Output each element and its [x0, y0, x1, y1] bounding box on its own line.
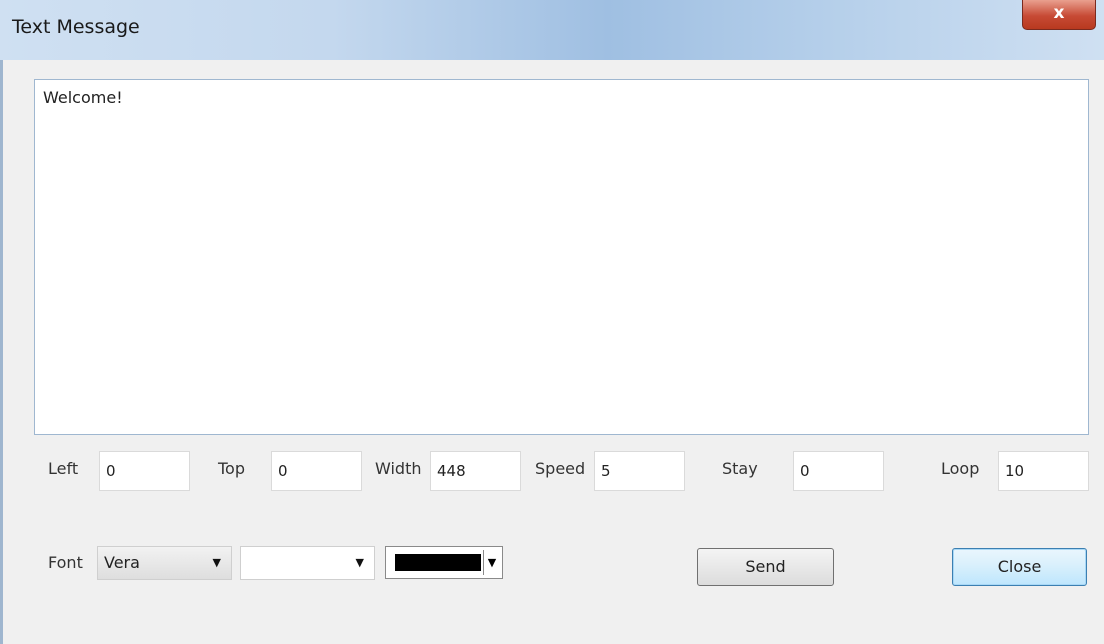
- message-textarea[interactable]: Welcome!: [34, 79, 1089, 435]
- loop-input[interactable]: [998, 451, 1089, 491]
- left-label: Left: [48, 459, 79, 478]
- font-size-dropdown[interactable]: ▼: [240, 546, 375, 580]
- speed-input[interactable]: [594, 451, 685, 491]
- loop-label: Loop: [941, 459, 980, 478]
- chevron-down-icon: ▼: [212, 556, 221, 569]
- speed-label: Speed: [535, 459, 586, 478]
- title-bar[interactable]: Text Message x: [0, 0, 1104, 60]
- top-input[interactable]: [271, 451, 362, 491]
- width-label: Width: [375, 459, 422, 478]
- font-label: Font: [48, 553, 83, 572]
- font-family-dropdown[interactable]: Vera ▼: [97, 546, 232, 580]
- send-button[interactable]: Send: [697, 548, 834, 586]
- width-input[interactable]: [430, 451, 521, 491]
- font-family-value: Vera: [104, 553, 140, 572]
- color-swatch: [395, 554, 481, 571]
- chevron-down-icon: ▼: [483, 550, 500, 575]
- left-input[interactable]: [99, 451, 190, 491]
- stay-label: Stay: [722, 459, 758, 478]
- stay-input[interactable]: [793, 451, 884, 491]
- window-close-icon[interactable]: x: [1022, 0, 1096, 30]
- text-message-dialog: Text Message x Welcome! Left Top Width S…: [0, 0, 1104, 644]
- window-title: Text Message: [12, 16, 140, 38]
- font-color-dropdown[interactable]: ▼: [385, 546, 503, 579]
- window-border: [0, 60, 3, 644]
- close-button[interactable]: Close: [952, 548, 1087, 586]
- chevron-down-icon: ▼: [355, 556, 364, 569]
- top-label: Top: [218, 459, 245, 478]
